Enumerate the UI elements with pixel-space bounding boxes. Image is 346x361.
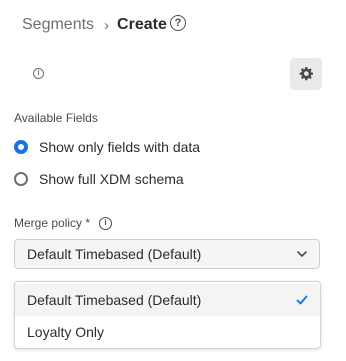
merge-policy-selected-value: Default Timebased (Default) — [27, 246, 202, 262]
info-glyph: i — [104, 218, 107, 227]
segment-create-panel: Segments › Create ? i Available Fields S… — [0, 0, 346, 361]
breadcrumb: Segments › Create — [22, 13, 167, 37]
dropdown-option-default-timebased[interactable]: Default Timebased (Default) — [15, 284, 320, 316]
help-glyph: ? — [174, 16, 182, 29]
breadcrumb-separator: › — [104, 16, 110, 34]
radio-label: Show full XDM schema — [39, 171, 184, 187]
info-glyph: i — [37, 70, 40, 77]
radio-unselected-indicator[interactable] — [14, 172, 28, 186]
radio-selected-indicator[interactable] — [14, 140, 28, 154]
option-label: Loyalty Only — [27, 324, 105, 340]
option-label: Default Timebased (Default) — [27, 292, 202, 308]
radio-show-full-xdm-schema[interactable]: Show full XDM schema — [14, 171, 184, 187]
info-icon[interactable]: i — [33, 68, 44, 79]
gear-icon — [299, 67, 313, 81]
merge-policy-label-row: Merge policy * i — [14, 216, 113, 230]
breadcrumb-current: Create — [117, 16, 167, 33]
help-circle-icon[interactable]: ? — [170, 15, 186, 31]
checkmark-icon — [296, 295, 308, 305]
merge-policy-label: Merge policy * — [14, 216, 91, 230]
radio-label: Show only fields with data — [39, 139, 201, 155]
available-fields-label: Available Fields — [14, 111, 98, 125]
merge-policy-dropdown: Default Timebased (Default) Loyalty Only — [14, 281, 321, 349]
dropdown-option-loyalty-only[interactable]: Loyalty Only — [15, 316, 320, 348]
chevron-down-icon — [297, 251, 307, 257]
merge-policy-picker[interactable]: Default Timebased (Default) — [14, 239, 320, 269]
info-icon[interactable]: i — [99, 216, 113, 230]
breadcrumb-segments-link[interactable]: Segments — [22, 16, 94, 34]
settings-button[interactable] — [290, 58, 322, 90]
radio-show-fields-with-data[interactable]: Show only fields with data — [14, 139, 200, 155]
